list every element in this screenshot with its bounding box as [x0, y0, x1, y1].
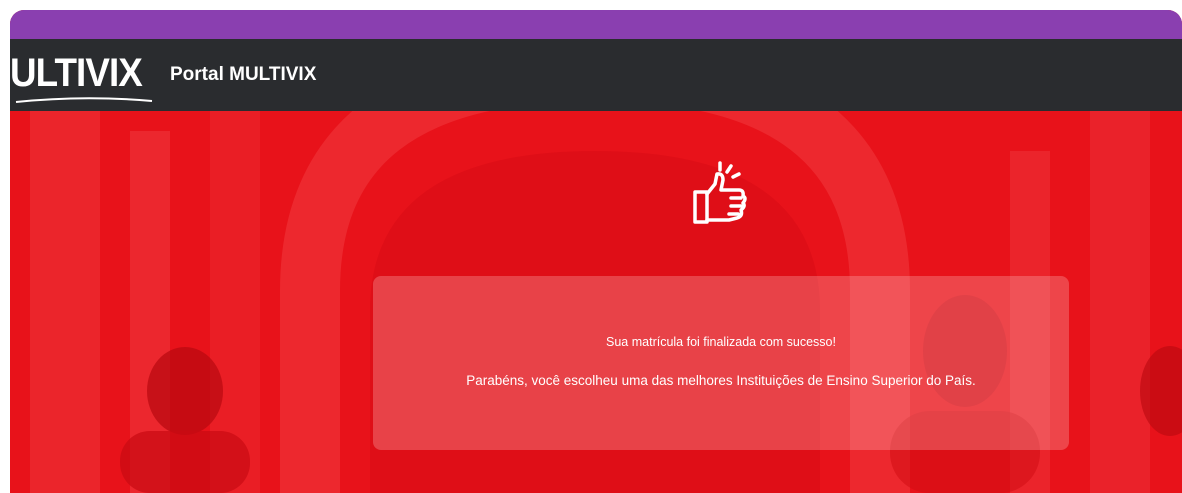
logo-swoosh	[15, 97, 153, 103]
hero-section: Sua matrícula foi finalizada com sucesso…	[10, 111, 1182, 493]
success-card: Sua matrícula foi finalizada com sucesso…	[373, 276, 1069, 450]
thumbs-up-icon	[693, 161, 747, 224]
top-header: ULTIVIX Portal MULTIVIX	[10, 39, 1182, 111]
multivix-logo[interactable]: ULTIVIX	[10, 47, 143, 99]
congratulations-message: Parabéns, você escolheu uma das melhores…	[466, 373, 976, 388]
portal-window: ULTIVIX Portal MULTIVIX Sua matrícula fo…	[10, 10, 1182, 493]
portal-title: Portal MULTIVIX	[170, 64, 317, 85]
success-message: Sua matrícula foi finalizada com sucesso…	[606, 335, 836, 349]
accent-stripe	[10, 10, 1182, 39]
